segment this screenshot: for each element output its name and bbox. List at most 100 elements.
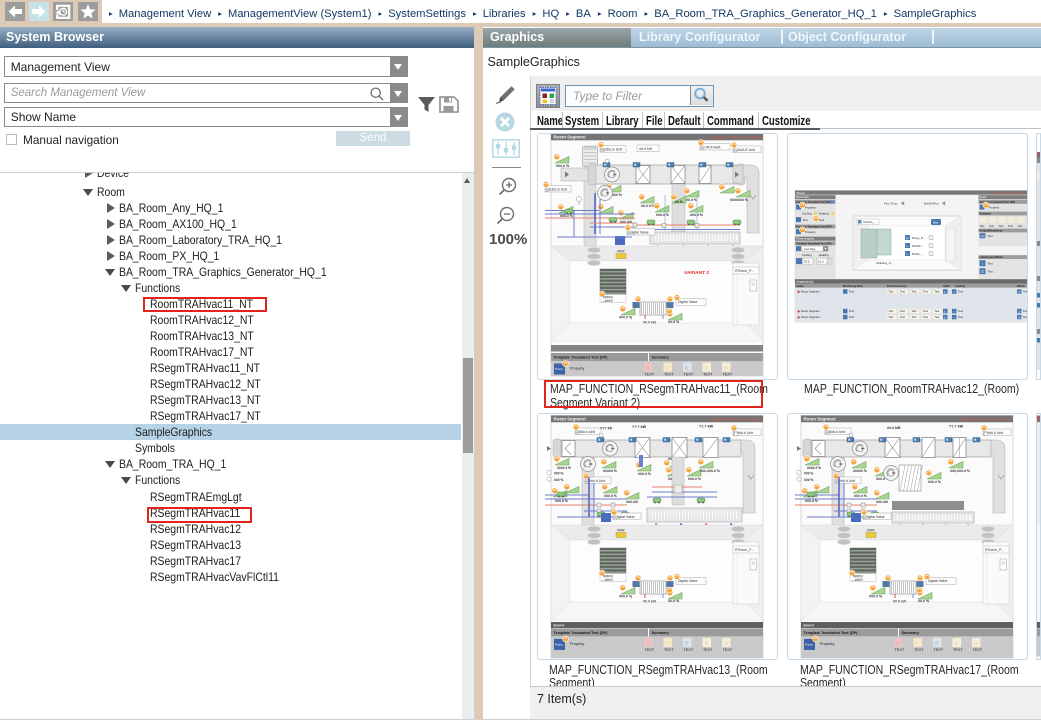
svg-text:Segment is set to "not used": Segment is set to "not used" [711, 416, 762, 421]
svg-text:##### %: ##### % [853, 469, 868, 473]
svg-text:###.# %: ###.# % [619, 595, 633, 599]
svg-text:####.# %: ####.# % [557, 466, 571, 470]
svg-text:Text: Text [923, 309, 928, 313]
svg-text:Text: Text [987, 261, 992, 265]
svg-text:??.? kW: ??.? kW [949, 425, 964, 429]
svg-text:### %: ### % [804, 472, 813, 476]
svg-text:Text: Text [958, 315, 963, 319]
svg-text:Segments(s): Segments(s) [796, 279, 813, 283]
svg-text:Segment is set to "not used": Segment is set to "not used" [961, 416, 1012, 421]
svg-text:◫: ◫ [1018, 289, 1021, 293]
svg-text:TEXT: TEXT [933, 648, 943, 652]
svg-text:RH/Mo...: RH/Mo... [912, 244, 924, 248]
svg-text:◫: ◫ [981, 269, 984, 273]
svg-text:AirQual/Monitoring: AirQual/Monitoring [979, 229, 1002, 232]
svg-text:Text: Text [1023, 289, 1028, 293]
svg-text:###.# %: ###.# % [656, 213, 670, 217]
svg-text:##.# kW: ##.# kW [887, 426, 901, 430]
svg-text:Room setpoint: Room setpoint [796, 236, 814, 240]
svg-text:21.0: 21.0 [818, 259, 824, 263]
svg-text:TEXT: TEXT [645, 372, 655, 376]
svg-text:◫: ◫ [1018, 309, 1021, 313]
svg-text:###.# %: ###.# % [854, 494, 868, 498]
svg-text:Text: Text [849, 315, 854, 319]
svg-text:TEXT: TEXT [972, 648, 982, 652]
svg-text:Text: Text [888, 315, 893, 319]
svg-text:###.# %: ###.# % [928, 480, 942, 484]
svg-text:####.# Unit: ####.# Unit [837, 479, 855, 483]
svg-text:Text: Text [923, 315, 928, 319]
svg-text:Room Segment: Room Segment [554, 134, 587, 139]
svg-text:Fire_Triac: Fire_Triac [884, 201, 898, 205]
svg-text:###.# %: ###.# % [688, 477, 702, 481]
svg-text:##.# %: ##.# % [668, 599, 680, 603]
svg-text:Room Segment: Room Segment [801, 309, 820, 313]
svg-text:TEXT: TEXT [703, 372, 713, 376]
svg-text:###.# %: ###.# % [619, 315, 633, 319]
svg-text:☼: ☼ [981, 261, 984, 265]
svg-text:Event: Event [554, 624, 565, 628]
svg-text:Shd/Sw_...: Shd/Sw_... [863, 220, 877, 224]
svg-text:Digital Value: Digital Value [928, 579, 947, 583]
svg-text:Property: Property [820, 642, 834, 646]
svg-text:Digital Value: Digital Value [629, 230, 648, 234]
svg-text:TEXT: TEXT [894, 648, 904, 652]
svg-text:##.# %: ##.# % [686, 198, 698, 202]
svg-text:Text: Text [958, 289, 963, 293]
svg-text:EEEE.E Unit: EEEE.E Unit [547, 187, 567, 191]
svg-text:### %: ### % [804, 478, 813, 482]
svg-text:Text: Text [849, 289, 854, 293]
svg-text:??.? kW: ??.? kW [632, 425, 647, 429]
svg-text:Text: Text [1023, 315, 1028, 319]
svg-text:TEXT: TEXT [723, 648, 733, 652]
svg-text:Digital Value: Digital Value [678, 300, 697, 304]
svg-text:Property: Property [570, 366, 584, 370]
svg-text:A: A [646, 365, 649, 370]
svg-text:RSflw_...: RSflw_... [912, 252, 924, 256]
svg-text:Summary: Summary [901, 631, 919, 635]
svg-text:Property: Property [805, 205, 816, 209]
svg-text:###.#/#: ###.#/# [620, 220, 632, 224]
svg-text:Text: Text [900, 289, 905, 293]
svg-text:Text: Text [987, 234, 992, 238]
svg-text:Text: Text [911, 309, 916, 313]
svg-text:Text: Text [998, 224, 1003, 228]
svg-text:Text: Text [819, 217, 824, 221]
svg-text:Text: Text [989, 224, 994, 228]
svg-text:TEXT: TEXT [684, 372, 694, 376]
svg-text:Summary: Summary [979, 212, 991, 215]
svg-text:Text: Text [900, 309, 905, 313]
svg-text:☼: ☼ [953, 315, 956, 319]
svg-text:###.# %: ###.# % [638, 472, 652, 476]
svg-text:Template Translated Text (DP): Template Translated Text (DP) [554, 631, 609, 635]
svg-text:—###%: —###% [851, 578, 863, 582]
svg-text:##.# kW: ##.# kW [643, 320, 657, 324]
svg-text:##.# %: ##.# % [918, 599, 930, 603]
svg-text:Text: Text [888, 309, 893, 313]
svg-text:Property: Property [988, 205, 999, 209]
svg-text:###.# %: ###.# % [555, 499, 569, 503]
svg-text:Summary: Summary [652, 355, 670, 359]
svg-text:Room: Room [796, 190, 805, 194]
svg-text:HVAC: HVAC [943, 283, 950, 287]
svg-text:Lighting and Blinds: Lighting and Blinds [979, 256, 1003, 259]
svg-text:Text: Text [1008, 224, 1013, 228]
svg-text:∆: ∆ [944, 289, 946, 293]
svg-text:####.# Unit: ####.# Unit [577, 430, 595, 434]
svg-text:TEXT: TEXT [953, 648, 963, 652]
svg-text:Text: Text [958, 309, 963, 313]
svg-text:Monitoring Role: Monitoring Role [843, 283, 863, 287]
svg-text:23.0: 23.0 [804, 259, 810, 263]
svg-text:###.#/#: ###.#/# [626, 500, 638, 504]
svg-text:AAAA.E Unit: AAAA.E Unit [735, 147, 755, 151]
svg-text:##.# kW: ##.# kW [639, 146, 653, 150]
svg-text:###.# %: ###.# % [604, 494, 618, 498]
svg-text:TEXT: TEXT [664, 372, 674, 376]
svg-text:A: A [646, 640, 649, 645]
svg-text:##### %: ##### % [603, 469, 618, 473]
svg-text:Δ: Δ [906, 243, 908, 247]
svg-text:Text: Text [1023, 309, 1028, 313]
svg-text:Template Translated Text (DP): Template Translated Text (DP) [796, 242, 832, 245]
svg-text:Room Segment: Room Segment [801, 315, 820, 319]
svg-text:###.# %: ###.# % [805, 499, 819, 503]
